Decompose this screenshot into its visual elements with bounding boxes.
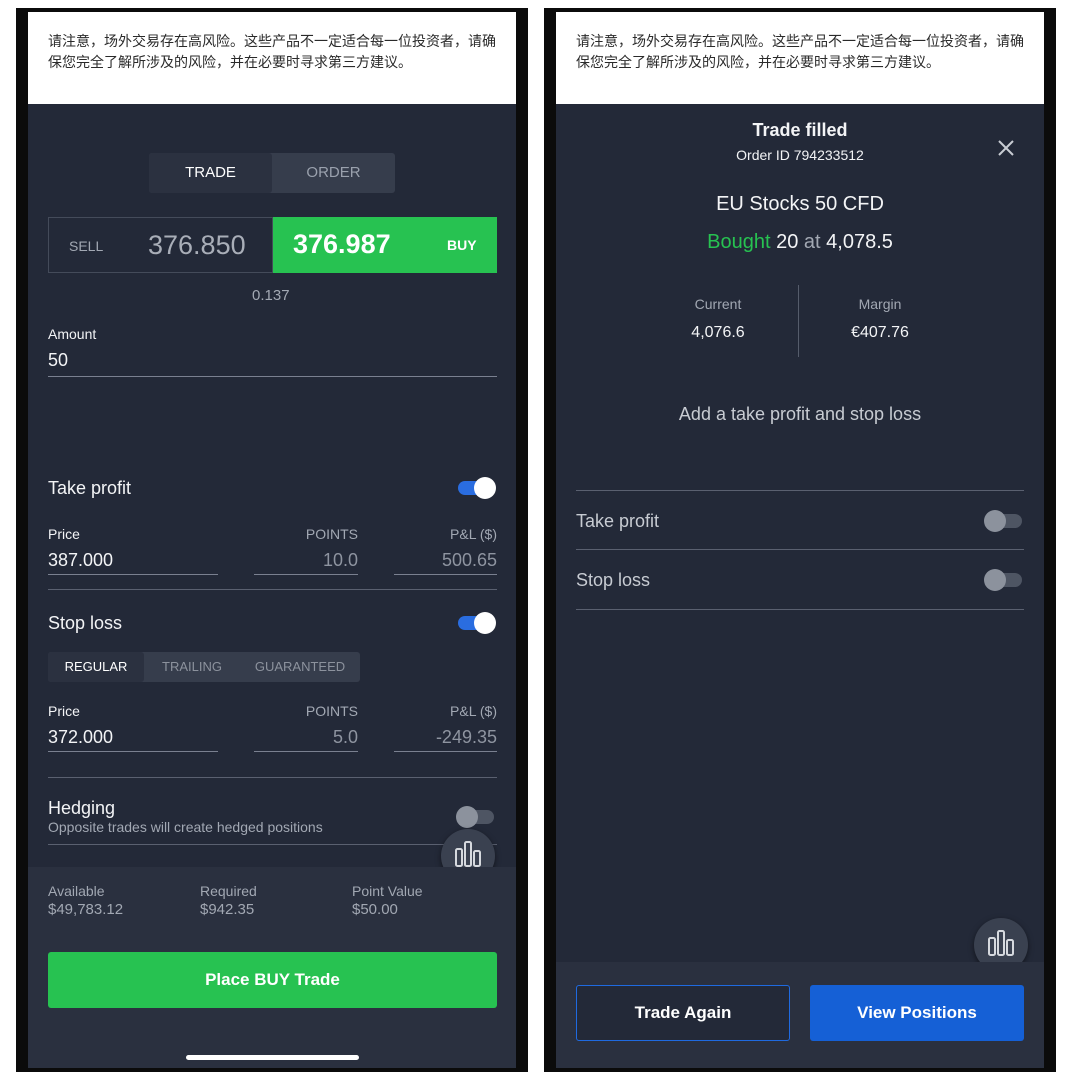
tp-price-input[interactable]: 387.000: [48, 550, 218, 575]
trade-order-switch: TRADE ORDER: [149, 153, 395, 193]
hedging-description: Opposite trades will create hedged posit…: [48, 819, 323, 835]
sl-pnl-input[interactable]: -249.35: [394, 727, 497, 752]
tab-trailing[interactable]: TRAILING: [144, 652, 240, 682]
take-profit-toggle[interactable]: [984, 510, 1024, 532]
sl-price-label: Price: [48, 703, 80, 719]
tab-order[interactable]: ORDER: [272, 153, 395, 193]
divider: [48, 589, 497, 590]
risk-warning: 请注意，场外交易存在高风险。这些产品不一定适合每一位投资者，请确保您完全了解所涉…: [556, 12, 1044, 104]
footer-panel: Available $49,783.12 Required $942.35 Po…: [28, 867, 516, 1068]
point-value-value: $50.00: [352, 901, 398, 918]
take-profit-label: Take profit: [48, 478, 132, 498]
order-id: Order ID 794233512: [736, 147, 864, 163]
stop-loss-label: Stop loss: [576, 570, 651, 590]
buy-label: BUY: [447, 237, 477, 253]
place-buy-trade-button[interactable]: Place BUY Trade: [48, 952, 497, 1008]
divider: [48, 844, 497, 845]
tab-guaranteed[interactable]: GUARANTEED: [240, 652, 360, 682]
spread-value: 0.137: [252, 287, 290, 304]
trade-filled-title: Trade filled: [752, 120, 848, 140]
current-value: 4,076.6: [691, 324, 745, 341]
trade-again-button[interactable]: Trade Again: [576, 985, 790, 1041]
tab-regular[interactable]: REGULAR: [48, 652, 144, 682]
fill-quantity: 20: [776, 231, 799, 253]
risk-warning: 请注意，场外交易存在高风险。这些产品不一定适合每一位投资者，请确保您完全了解所涉…: [28, 12, 516, 104]
point-value-label: Point Value: [352, 883, 423, 899]
current-label: Current: [694, 296, 742, 312]
amount-input[interactable]: 50: [48, 350, 497, 377]
tp-pnl-label: P&L ($): [450, 526, 497, 542]
stop-loss-type-switch: REGULAR TRAILING GUARANTEED: [48, 652, 360, 682]
sl-points-label: POINTS: [305, 703, 358, 719]
tp-points-input[interactable]: 10.0: [254, 550, 358, 575]
sell-button[interactable]: SELL 376.850: [48, 217, 273, 273]
buy-price: 376.987: [293, 229, 391, 259]
sell-label: SELL: [69, 238, 104, 254]
take-profit-label: Take profit: [576, 511, 660, 531]
fill-action: Bought: [707, 231, 771, 253]
fill-price: 4,078.5: [826, 231, 893, 253]
instrument-name: EU Stocks 50 CFD: [716, 193, 884, 215]
sl-price-input[interactable]: 372.000: [48, 727, 218, 752]
fill-at: at: [803, 231, 821, 253]
home-indicator: [186, 1055, 359, 1060]
divider: [576, 490, 1024, 491]
sl-points-input[interactable]: 5.0: [254, 727, 358, 752]
tp-price-label: Price: [48, 526, 80, 542]
margin-value: €407.76: [851, 324, 909, 341]
tab-trade[interactable]: TRADE: [149, 153, 272, 193]
add-tp-sl-prompt: Add a take profit and stop loss: [678, 404, 922, 424]
sell-price: 376.850: [148, 230, 246, 260]
required-value: $942.35: [200, 901, 255, 918]
take-profit-toggle[interactable]: [456, 477, 496, 499]
hedging-toggle[interactable]: [456, 806, 496, 828]
available-value: $49,783.12: [48, 901, 124, 918]
required-label: Required: [200, 883, 257, 899]
view-positions-button[interactable]: View Positions: [810, 985, 1024, 1041]
right-phone-frame: 请注意，场外交易存在高风险。这些产品不一定适合每一位投资者，请确保您完全了解所涉…: [544, 8, 1056, 1072]
trade-confirmation-screen: 请注意，场外交易存在高风险。这些产品不一定适合每一位投资者，请确保您完全了解所涉…: [556, 12, 1044, 1068]
action-footer: Trade Again View Positions: [556, 962, 1044, 1068]
stop-loss-label: Stop loss: [48, 613, 123, 633]
close-icon[interactable]: [994, 136, 1018, 160]
hedging-label: Hedging: [48, 798, 116, 818]
available-label: Available: [48, 883, 105, 899]
trade-ticket-screen: 请注意，场外交易存在高风险。这些产品不一定适合每一位投资者，请确保您完全了解所涉…: [28, 12, 516, 1068]
margin-label: Margin: [858, 296, 902, 312]
divider: [48, 777, 497, 778]
tp-pnl-input[interactable]: 500.65: [394, 550, 497, 575]
divider: [576, 549, 1024, 550]
stop-loss-toggle[interactable]: [456, 612, 496, 634]
tp-points-label: POINTS: [305, 526, 358, 542]
stats-divider: [798, 285, 799, 357]
buy-button[interactable]: 376.987 BUY: [273, 217, 497, 273]
sl-pnl-label: P&L ($): [450, 703, 497, 719]
amount-label: Amount: [48, 326, 97, 342]
fill-summary: Bought 20 at 4,078.5: [556, 231, 1044, 254]
stop-loss-toggle[interactable]: [984, 569, 1024, 591]
left-phone-frame: 请注意，场外交易存在高风险。这些产品不一定适合每一位投资者，请确保您完全了解所涉…: [16, 8, 528, 1072]
divider: [576, 609, 1024, 610]
